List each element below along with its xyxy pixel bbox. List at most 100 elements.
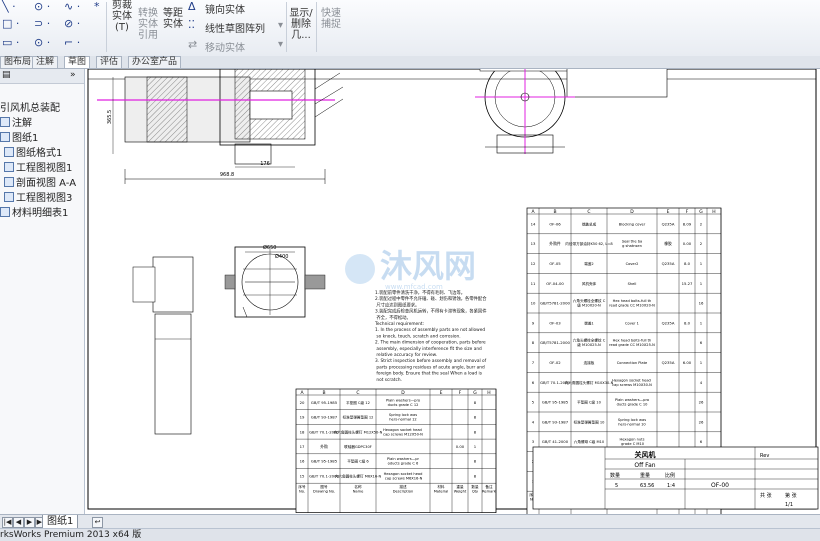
section-view-icon — [4, 177, 14, 187]
spline-icon[interactable]: ∿ · — [64, 0, 80, 13]
tab-sketch[interactable]: 草图 — [64, 56, 91, 68]
quick-snap-label: 快速 捕捉 — [321, 8, 341, 30]
status-bar: rksWorks Premium 2013 x64 版 — [0, 528, 820, 541]
bom-cell: 端盖总成 — [582, 221, 597, 226]
tree-item-sheet1[interactable]: 图纸1 — [0, 129, 38, 144]
tree-item-assembly[interactable]: 引风机总装配 — [0, 99, 60, 114]
line-icon[interactable]: ╲ · — [2, 0, 16, 13]
bom-cell: 端盖2 — [584, 261, 593, 266]
ribbon-toolbar: ╲ · ⊙ · ∿ · * □ · ⊃ · ⊘ · ▭ · ⊙ · ⌐ · 剪裁… — [0, 0, 820, 57]
expand-icon[interactable]: » — [70, 70, 76, 80]
mirror-entities-button[interactable]: 镜向实体 — [205, 1, 245, 16]
bom-cell: 外购件 — [549, 241, 561, 246]
title-block[interactable]: 关风机 Off Fan 数量 重量 比例 5 63.56 1:4 OF-00 R… — [532, 446, 819, 510]
trim-label: 剪裁 实体 (T) — [112, 0, 132, 33]
count-value: 5 — [615, 483, 618, 489]
arc-icon[interactable]: ⊃ · — [34, 17, 50, 30]
bom-footer-cell: 重量 — [456, 484, 464, 489]
point-icon[interactable]: * — [94, 0, 100, 13]
quick-snaps-button[interactable]: 快速 捕捉 — [318, 8, 344, 30]
tree-item-section-view[interactable]: 剖面视图 A-A — [4, 174, 76, 189]
bom-cell: 平垫圈 C级 6 — [347, 459, 369, 464]
chevron-down-icon[interactable]: ▾ — [278, 20, 283, 31]
drawing-view-icon — [4, 162, 14, 172]
tab-evaluate[interactable]: 评估 — [96, 56, 123, 68]
slot-icon[interactable]: ▭ · — [2, 36, 19, 49]
bom-cell: Plain washers—pr oducts grade C 6 — [387, 457, 420, 466]
bom-cell: 19 — [300, 415, 305, 420]
pattern-icon: ⁚⁚ — [188, 18, 195, 31]
bom-cell: 风机壳体 — [582, 281, 597, 286]
note-line: 齐全，不得松动。 — [375, 314, 411, 321]
tab-annotation[interactable]: 注解 — [32, 56, 59, 68]
revision-label: Rev — [760, 453, 769, 459]
bom-cell: GB/T 41-2000 — [542, 439, 569, 444]
bom-cell: 10 — [531, 301, 536, 306]
sheet-icon — [0, 132, 10, 142]
note-line: so knock, touch, scratch and corrosion. — [375, 333, 461, 339]
bom-cell: Q235A — [662, 221, 675, 226]
bom-cell: Hex head bolts-full th read grade CC M10X… — [609, 299, 655, 308]
note-line: parts processing residues of acute angle… — [375, 364, 485, 370]
ellipse-icon[interactable]: ⊘ · — [64, 17, 80, 30]
tab-office-products[interactable]: 办公室产品 — [128, 56, 182, 68]
bom-cell: GB/T5781-2000 — [540, 340, 570, 345]
next-sheet-icon[interactable]: ▶ — [24, 517, 35, 528]
move-entities-button[interactable]: 移动实体 — [205, 39, 245, 54]
bom-cell: Hexagon socket head cap screws M6X16-N — [384, 472, 423, 481]
linear-pattern-button[interactable]: 线性草图阵列 — [205, 20, 265, 35]
bom-cell: GB/T 95-1985 — [311, 400, 338, 405]
move-icon: ⇄ — [188, 38, 198, 51]
bom-cell: OF-05 — [549, 261, 561, 266]
tree-item-annotations[interactable]: 注解 — [0, 114, 32, 129]
add-sheet-icon[interactable]: ↩ — [92, 517, 103, 528]
bom-footer-cell: 序号 — [298, 484, 306, 489]
bom-cell: 内径带方部油封K50 62, L=8 — [565, 241, 613, 246]
prev-sheet-icon[interactable]: ◀ — [13, 517, 24, 528]
note-line: 尺寸应达到图纸要求。 — [375, 301, 419, 308]
bom-cell: 6.00 — [683, 360, 692, 365]
note-line: 2. The main dimension of cooperation, pa… — [375, 340, 486, 346]
drawing-view-2[interactable] — [475, 69, 668, 154]
drawing-sheet: 968.8 176 365.5 Ø650 Ø400 1.装配前零件清洗干净，不得… — [87, 69, 819, 514]
sheet-tab-sheet1[interactable]: 图纸1 — [42, 515, 79, 529]
bom-cell: OF-02 — [549, 360, 561, 365]
note-line: 1. In the process of assembly parts are … — [375, 327, 485, 333]
drawing-view-1[interactable]: 968.8 176 365.5 — [97, 69, 344, 184]
bom-cell: 14 — [531, 221, 536, 226]
trim-entities-button[interactable]: 剪裁 实体 (T) — [110, 0, 134, 33]
bom-cell: GB/T 93-1987 — [542, 419, 569, 424]
bom-cell: Blocking cover — [619, 222, 646, 226]
bom-icon — [0, 207, 10, 217]
first-sheet-icon[interactable]: |◀ — [2, 517, 13, 528]
tree-icon[interactable]: ▤ — [2, 70, 11, 80]
dimension-365: 365.5 — [107, 110, 113, 124]
bom-footer-cell: 名称 — [354, 484, 362, 489]
bom-cell: GB/T 95-1985 — [311, 459, 338, 464]
weight-label: 重量 — [640, 472, 650, 479]
tree-item-bom[interactable]: 材料明细表1 — [0, 204, 68, 219]
bom-cell: 平垫圈 C级 12 — [346, 400, 370, 405]
fillet-icon[interactable]: ⌐ · — [64, 36, 80, 49]
show-delete-relations-button[interactable]: 显示/ 删除 几... — [288, 8, 314, 41]
bom-footer-cell: Material — [434, 490, 449, 494]
offset-entities-button[interactable]: 等距 实体 — [162, 8, 184, 30]
tab-layout[interactable]: 图布局 — [0, 56, 36, 68]
circle-icon[interactable]: ⊙ · — [34, 0, 50, 13]
tree-item-drawing-view3[interactable]: 工程图视图3 — [4, 189, 72, 204]
polygon-icon[interactable]: ⊙ · — [34, 36, 50, 49]
dimension-650: Ø650 — [263, 244, 276, 251]
bom-cell: 橡胶 — [664, 241, 672, 246]
bom-footer-cell: Name — [353, 490, 364, 494]
bom-cell: 16 — [300, 459, 305, 464]
tree-item-sheet-format[interactable]: 图纸格式1 — [4, 144, 62, 159]
svg-text:1.装配前零件清洗干净，不得有毛刺、飞边等。2.装配过程中零: 1.装配前零件清洗干净，不得有毛刺、飞边等。 2.装配过程中零件不允许磕、碰、划伤… — [374, 289, 487, 383]
note-line: 3.装配完成后检查风机运转，不得有卡滞等现象，各紧固件 — [375, 308, 487, 315]
chevron-down-icon[interactable]: ▾ — [278, 39, 283, 50]
bom-cell: 26 — [699, 400, 704, 405]
rectangle-icon[interactable]: □ · — [2, 17, 19, 30]
bom-cell: 标准型弹簧垫圈 12 — [343, 415, 374, 420]
bom-cell: 16 — [699, 301, 704, 306]
tree-item-drawing-view1[interactable]: 工程图视图1 — [4, 159, 72, 174]
convert-entities-button[interactable]: 转换 实体 引用 — [136, 8, 160, 41]
